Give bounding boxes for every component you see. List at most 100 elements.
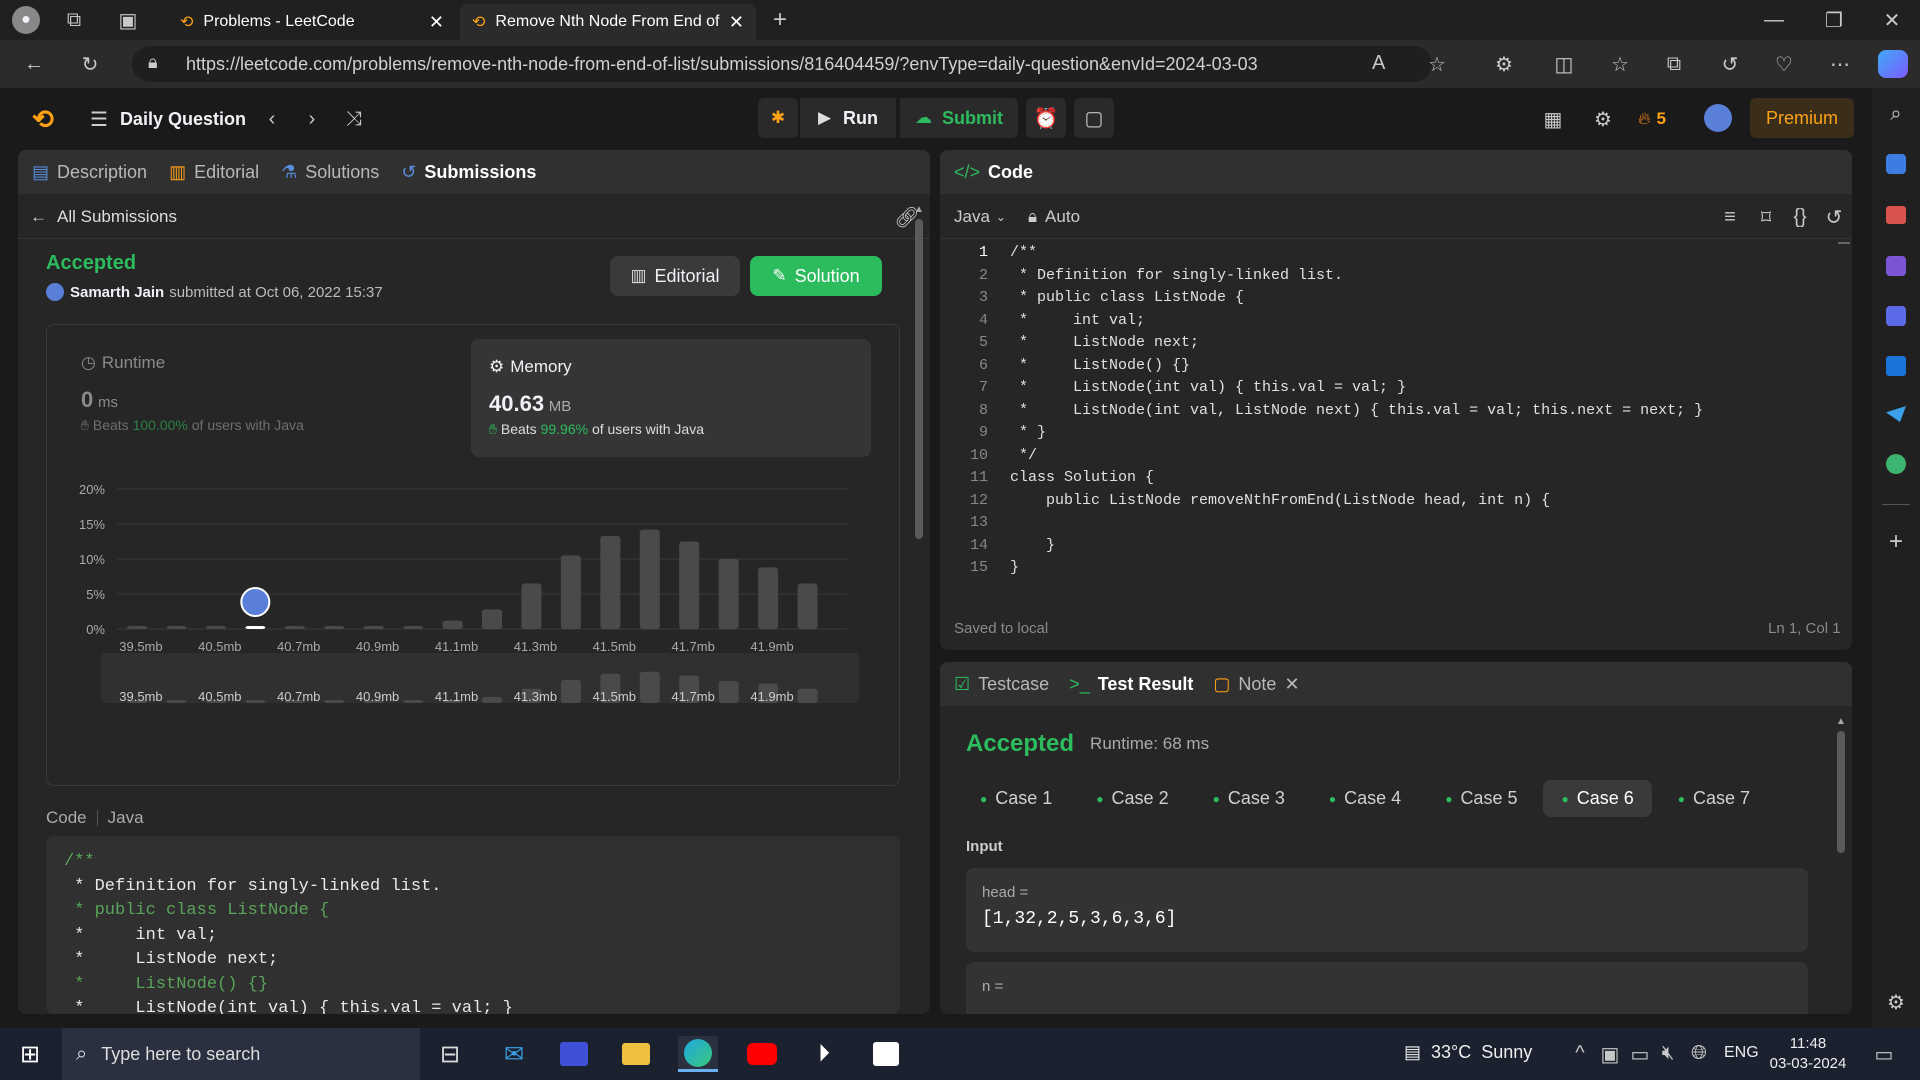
result-scrollbar[interactable]: ▲ [1836,716,1846,1008]
layout-grid-icon[interactable]: ▦ [1540,106,1566,132]
case-tab[interactable]: ● Case 1 [962,780,1070,817]
browser-tab-active[interactable]: ⟲ Remove Nth Node From End of L ✕ [460,4,756,40]
language-indicator[interactable]: ENG [1724,1044,1759,1062]
tab-testcase[interactable]: ☑ Testcase [954,674,1049,695]
left-scrollbar[interactable]: ▲ [914,204,924,1014]
taskbar-search[interactable]: ⌕ Type here to search [62,1028,420,1080]
settings-icon[interactable]: ⚙ [1590,106,1616,132]
case-tab[interactable]: ● Case 3 [1195,780,1303,817]
all-submissions-link[interactable]: ← All Submissions [30,204,177,230]
browser-tab-problems[interactable]: ⟲ Problems - LeetCode ✕ [168,4,456,40]
tab-test-result[interactable]: >_ Test Result [1069,674,1193,695]
more-menu-icon[interactable]: ⋯ [1826,52,1854,76]
run-button[interactable]: ▶ Run [800,98,896,138]
close-icon[interactable]: ✕ [1284,674,1299,695]
tab-description[interactable]: ▤ Description [32,162,147,183]
scroll-thumb[interactable] [1837,731,1845,853]
submit-button[interactable]: ☁ Submit [900,98,1018,138]
youtube-icon[interactable] [742,1036,782,1072]
favorites-icon[interactable]: ☆ [1606,52,1634,76]
tree-icon[interactable] [1886,454,1906,474]
close-tab-icon[interactable]: ✕ [729,12,744,33]
minimize-icon[interactable]: — [1760,6,1788,34]
editorial-button[interactable]: ▥ Editorial [610,256,740,296]
read-aloud-icon[interactable]: A [1372,52,1385,75]
url-field[interactable]: 🔒︎ https://leetcode.com/problems/remove-… [132,46,1446,82]
favorite-star-icon[interactable]: ☆ [1428,52,1446,77]
close-tab-icon[interactable]: ✕ [429,12,444,33]
back-icon[interactable]: ← [20,52,48,76]
case-tab[interactable]: ● Case 7 [1660,780,1768,817]
problem-list-button[interactable]: ☰ Daily Question [90,104,246,134]
settings-gear-icon[interactable]: ⚙ [1882,988,1910,1016]
tab-note[interactable]: ▢ Note ✕ [1213,674,1299,695]
case-tab[interactable]: ● Case 6 [1543,780,1652,817]
collections-icon[interactable]: ⧉ [1660,52,1688,76]
copilot-sidebar-icon[interactable] [1886,306,1906,326]
auto-mode[interactable]: 🔒︎ Auto [1028,204,1080,230]
performance-icon[interactable]: ♡ [1770,52,1798,76]
media-player-icon[interactable]: ⏵ [804,1036,844,1072]
format-icon[interactable]: ≡ [1718,204,1742,230]
premium-button[interactable]: Premium [1750,98,1854,138]
editor-scrollbar[interactable] [1838,242,1850,248]
shuffle-icon[interactable]: ⤨ [340,106,368,132]
edge-browser-icon[interactable] [678,1036,718,1072]
braces-icon[interactable]: {} [1788,204,1812,230]
store-icon[interactable] [866,1036,906,1072]
battery-icon[interactable]: ▭ [1630,1042,1650,1067]
send-icon[interactable] [1886,406,1906,422]
alarm-icon[interactable]: ⏰ [1026,98,1066,138]
vertical-tabs-icon[interactable]: ▣ [116,8,140,32]
search-icon[interactable]: ⌕ [1882,100,1910,128]
tray-app-icon[interactable]: ▣ [1600,1042,1620,1067]
history-icon[interactable]: ↺ [1716,52,1744,76]
scroll-thumb[interactable] [915,219,923,539]
weather-widget[interactable]: ▤ 33°C Sunny [1404,1042,1532,1063]
profile-icon[interactable]: ● [12,6,40,34]
windows-start-icon[interactable]: ⊞ [10,1036,50,1072]
task-view-icon[interactable]: ⊟ [430,1036,470,1072]
reset-icon[interactable]: ↺ [1822,204,1846,230]
language-select[interactable]: Java ⌄ [954,204,1006,230]
restore-icon[interactable]: ❐ [1820,6,1848,34]
case-tab[interactable]: ● Case 5 [1427,780,1535,817]
streak-counter[interactable]: 🔥︎ 5 [1638,106,1666,132]
notifications-icon[interactable]: ▭ [1870,1042,1898,1067]
prev-problem-icon[interactable]: ‹ [260,106,284,132]
app-icon[interactable] [554,1036,594,1072]
close-window-icon[interactable]: ✕ [1878,6,1906,34]
games-icon[interactable] [1886,256,1906,276]
clock[interactable]: 11:48 03-03-2024 [1766,1034,1850,1074]
bookmark-icon[interactable]: ⌑ [1754,204,1778,230]
volume-muted-icon[interactable]: 🔇︎ [1658,1042,1678,1065]
new-tab-icon[interactable]: + [766,6,794,34]
runtime-card[interactable]: ◷ Runtime 0 ms ✋︎ Beats 100.00% of users… [61,339,461,433]
case-tab[interactable]: ● Case 4 [1311,780,1419,817]
shopping-icon[interactable] [1886,154,1906,174]
tab-submissions[interactable]: ↺ Submissions [401,162,536,183]
network-icon[interactable]: 🌐︎ [1688,1042,1710,1065]
avatar[interactable] [1704,104,1732,132]
tab-solutions[interactable]: ⚗ Solutions [281,162,379,183]
add-icon[interactable]: + [1882,528,1910,556]
leetcode-logo-icon[interactable]: ⟲ [32,104,54,135]
notes-icon[interactable]: ▢ [1074,98,1114,138]
scroll-up-icon[interactable]: ▲ [914,204,924,215]
code-editor[interactable]: /** * Definition for singly-linked list.… [1010,242,1830,580]
tab-editorial[interactable]: ▥ Editorial [169,162,259,183]
extensions-icon[interactable]: ⚙ [1490,52,1518,76]
solution-button[interactable]: ✎ Solution [750,256,882,296]
debug-button[interactable]: ✱ [758,98,798,138]
copilot-icon[interactable] [1878,50,1908,78]
outlook-icon[interactable] [1886,356,1906,376]
next-problem-icon[interactable]: › [300,106,324,132]
file-explorer-icon[interactable] [616,1036,656,1072]
split-screen-icon[interactable]: ◫ [1550,52,1578,76]
tray-chevron-icon[interactable]: ^ [1570,1042,1590,1065]
mail-icon[interactable]: ✉ [494,1036,534,1072]
scroll-up-icon[interactable]: ▲ [1836,716,1846,727]
memory-card[interactable]: ⚙ Memory 40.63 MB ✋︎ Beats 99.96% of use… [471,339,871,457]
workspaces-icon[interactable]: ⧉ [62,8,86,32]
refresh-icon[interactable]: ↻ [76,52,104,76]
